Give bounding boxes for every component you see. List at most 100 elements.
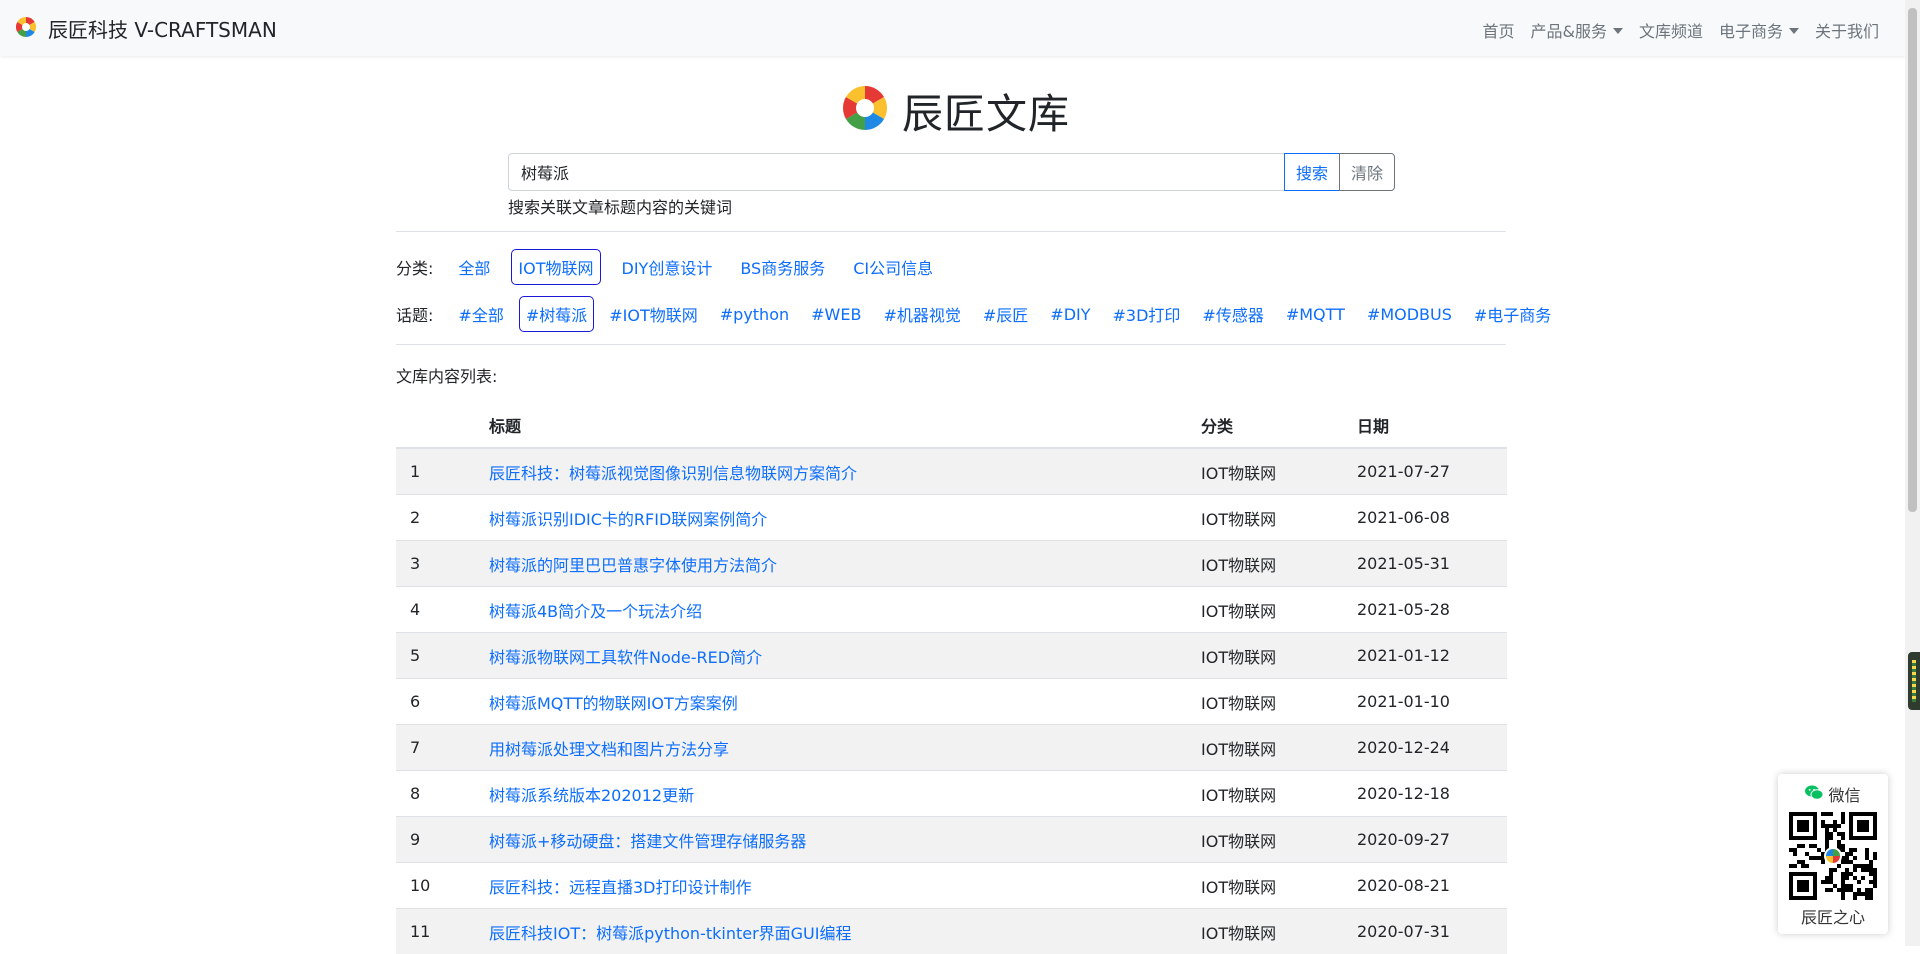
- row-date: 2020-08-21: [1343, 863, 1507, 909]
- row-category: IOT物联网: [1187, 495, 1343, 541]
- category-label: 分类:: [396, 255, 433, 279]
- qr-code-icon: [1789, 812, 1877, 900]
- category-bs[interactable]: BS商务服务: [733, 249, 832, 285]
- topic-modbus[interactable]: #MODBUS: [1360, 299, 1459, 330]
- list-heading: 文库内容列表:: [396, 363, 497, 387]
- column-header-category: 分类: [1187, 402, 1343, 448]
- table-row: 9树莓派+移动硬盘：搭建文件管理存储服务器IOT物联网2020-09-27: [396, 817, 1507, 863]
- topic-mqtt[interactable]: #MQTT: [1279, 299, 1352, 330]
- row-index: 5: [396, 633, 475, 679]
- article-title-link[interactable]: 树莓派物联网工具软件Node-RED简介: [489, 648, 762, 667]
- category-diy[interactable]: DIY创意设计: [615, 249, 720, 285]
- row-date: 2021-05-31: [1343, 541, 1507, 587]
- row-index: 10: [396, 863, 475, 909]
- wechat-title: 微信: [1828, 782, 1860, 806]
- side-tool-tab[interactable]: [1908, 652, 1920, 710]
- scrollbar-thumb[interactable]: [1908, 8, 1917, 512]
- row-date: 2021-01-10: [1343, 679, 1507, 725]
- row-date: 2021-01-12: [1343, 633, 1507, 679]
- divider: [396, 344, 1506, 345]
- table-row: 4 树莓派4B简介及一个玩法介绍 IOT物联网2021-05-28: [396, 587, 1507, 633]
- nav-item-products[interactable]: 产品&服务: [1530, 18, 1622, 42]
- topic-sensor[interactable]: #传感器: [1195, 296, 1270, 332]
- site-name: 辰匠文库: [902, 80, 1070, 140]
- topic-label: 话题:: [396, 302, 433, 326]
- row-date: 2020-12-24: [1343, 725, 1507, 771]
- topic-ecommerce[interactable]: #电子商务: [1467, 296, 1558, 332]
- nav-item-library[interactable]: 文库频道: [1639, 18, 1703, 42]
- row-index: 6: [396, 679, 475, 725]
- topic-machine-vision[interactable]: #机器视觉: [876, 296, 967, 332]
- row-category: IOT物联网: [1187, 771, 1343, 817]
- divider: [396, 231, 1506, 232]
- row-category: IOT物联网: [1187, 633, 1343, 679]
- pinwheel-logo-icon: [842, 85, 888, 135]
- column-header-title: 标题: [475, 402, 1187, 448]
- row-date: 2021-07-27: [1343, 448, 1507, 495]
- table-body: 1辰匠科技：树莓派视觉图像识别信息物联网方案简介IOT物联网2021-07-27…: [396, 448, 1507, 954]
- row-index: 3: [396, 541, 475, 587]
- row-category: IOT物联网: [1187, 587, 1343, 633]
- row-index: 11: [396, 909, 475, 954]
- topic-3d-printing[interactable]: #3D打印: [1106, 296, 1188, 332]
- article-title-link[interactable]: 辰匠科技IOT：树莓派python-tkinter界面GUI编程: [489, 924, 851, 943]
- row-category: IOT物联网: [1187, 909, 1343, 954]
- articles-table: 标题 分类 日期 1辰匠科技：树莓派视觉图像识别信息物联网方案简介IOT物联网2…: [396, 402, 1507, 954]
- row-index: 2: [396, 495, 475, 541]
- nav-item-about[interactable]: 关于我们: [1815, 18, 1879, 42]
- row-index: 1: [396, 448, 475, 495]
- column-header-index: [396, 402, 475, 448]
- search-group: 搜索 清除: [508, 153, 1395, 191]
- wechat-widget: 微信 辰匠之心: [1778, 774, 1888, 934]
- topic-diy[interactable]: #DIY: [1043, 299, 1097, 330]
- topic-web[interactable]: #WEB: [804, 299, 868, 330]
- topic-raspberry-pi[interactable]: #树莓派: [519, 296, 594, 332]
- table-row: 3 树莓派的阿里巴巴普惠字体使用方法简介 IOT物联网2021-05-31: [396, 541, 1507, 587]
- article-title-link[interactable]: 树莓派4B简介及一个玩法介绍: [489, 602, 702, 621]
- row-date: 2021-06-08: [1343, 495, 1507, 541]
- nav-item-ecommerce[interactable]: 电子商务: [1719, 18, 1799, 42]
- table-row: 8 树莓派系统版本202012更新 IOT物联网2020-12-18: [396, 771, 1507, 817]
- table-row: 10 辰匠科技：远程直播3D打印设计制作 IOT物联网2020-08-21: [396, 863, 1507, 909]
- search-help-text: 搜索关联文章标题内容的关键词: [508, 194, 732, 218]
- topic-filter: 话题: #全部 #树莓派 #IOT物联网 #python #WEB #机器视觉 …: [396, 296, 1566, 332]
- topic-chenjiang[interactable]: #辰匠: [976, 296, 1035, 332]
- topic-iot[interactable]: #IOT物联网: [602, 296, 705, 332]
- brand[interactable]: 辰匠科技 V-CRAFTSMAN: [16, 14, 277, 43]
- clear-button[interactable]: 清除: [1339, 153, 1395, 191]
- search-input[interactable]: [508, 153, 1285, 191]
- category-ci[interactable]: CI公司信息: [846, 249, 940, 285]
- row-category: IOT物联网: [1187, 863, 1343, 909]
- nav-menu: 首页 产品&服务 文库频道 电子商务 关于我们: [1482, 18, 1879, 42]
- article-title-link[interactable]: 树莓派识别IDIC卡的RFID联网案例简介: [489, 510, 767, 529]
- category-iot[interactable]: IOT物联网: [511, 249, 600, 285]
- row-category: IOT物联网: [1187, 541, 1343, 587]
- article-title-link[interactable]: 树莓派的阿里巴巴普惠字体使用方法简介: [489, 556, 777, 575]
- wechat-caption: 辰匠之心: [1778, 904, 1888, 928]
- nav-item-home[interactable]: 首页: [1482, 18, 1514, 42]
- row-date: 2020-09-27: [1343, 817, 1507, 863]
- category-all[interactable]: 全部: [451, 249, 497, 285]
- row-index: 8: [396, 771, 475, 817]
- topic-python[interactable]: #python: [713, 299, 796, 330]
- row-index: 4: [396, 587, 475, 633]
- search-button[interactable]: 搜索: [1284, 153, 1340, 191]
- wechat-icon: [1805, 785, 1823, 804]
- site-header: 辰匠文库: [842, 80, 1070, 140]
- article-title-link[interactable]: 树莓派系统版本202012更新: [489, 786, 694, 805]
- article-title-link[interactable]: 树莓派+移动硬盘：搭建文件管理存储服务器: [489, 832, 806, 851]
- article-title-link[interactable]: 辰匠科技：远程直播3D打印设计制作: [489, 878, 752, 897]
- row-category: IOT物联网: [1187, 725, 1343, 771]
- row-date: 2021-05-28: [1343, 587, 1507, 633]
- table-row: 11 辰匠科技IOT：树莓派python-tkinter界面GUI编程 IOT物联网…: [396, 909, 1507, 954]
- article-title-link[interactable]: 树莓派MQTT的物联网IOT方案案例: [489, 694, 738, 713]
- vertical-scrollbar[interactable]: [1905, 0, 1920, 946]
- article-title-link[interactable]: 辰匠科技：树莓派视觉图像识别信息物联网方案简介: [489, 464, 857, 483]
- category-filter: 分类: 全部 IOT物联网 DIY创意设计 BS商务服务 CI公司信息: [396, 249, 954, 285]
- table-row: 5 树莓派物联网工具软件Node-RED简介 IOT物联网2021-01-12: [396, 633, 1507, 679]
- row-date: 2020-12-18: [1343, 771, 1507, 817]
- article-title-link[interactable]: 用树莓派处理文档和图片方法分享: [489, 740, 729, 759]
- row-index: 9: [396, 817, 475, 863]
- topic-all[interactable]: #全部: [451, 296, 510, 332]
- table-header-row: 标题 分类 日期: [396, 402, 1507, 448]
